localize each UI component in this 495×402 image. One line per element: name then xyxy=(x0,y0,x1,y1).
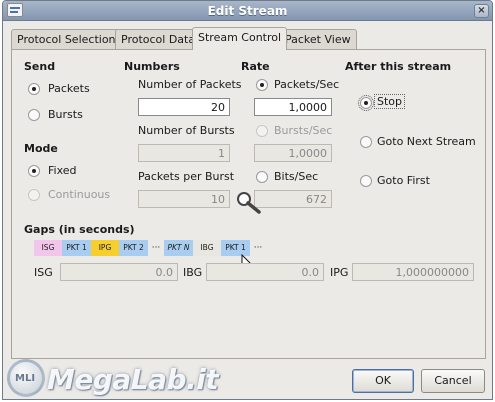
magnifier-icon xyxy=(237,192,261,214)
numbers-heading: Numbers xyxy=(124,60,180,73)
diagram-isg-segment: ISG xyxy=(34,240,62,256)
mode-fixed-label[interactable]: Fixed xyxy=(48,164,77,177)
rate-bursts-sec-label[interactable]: Bursts/Sec xyxy=(274,124,332,137)
rate-bits-sec-label[interactable]: Bits/Sec xyxy=(274,170,318,183)
num-bursts-input[interactable]: 1 xyxy=(138,144,230,162)
packets-sec-input[interactable]: 1,0000 xyxy=(254,98,332,116)
rate-packets-sec-label[interactable]: Packets/Sec xyxy=(274,78,339,91)
tab-protocol-data[interactable]: Protocol Data xyxy=(115,29,202,49)
after-stop-label[interactable]: Stop xyxy=(373,94,406,109)
mode-heading: Mode xyxy=(24,142,58,155)
stream-control-panel: Send Packets Bursts Mode Fixed Continuou… xyxy=(11,49,486,359)
bursts-sec-input[interactable]: 1,0000 xyxy=(254,144,332,162)
mode-continuous-radio[interactable] xyxy=(28,189,40,201)
ipg-input[interactable]: 1,000000000 xyxy=(352,263,474,281)
cancel-button[interactable]: Cancel xyxy=(421,369,485,393)
mode-continuous-label[interactable]: Continuous xyxy=(48,188,110,201)
tab-packet-view[interactable]: Packet View xyxy=(279,29,357,49)
watermark-badge: MLI xyxy=(7,359,45,397)
after-goto-next-radio[interactable] xyxy=(360,136,372,148)
mode-fixed-radio[interactable] xyxy=(28,165,40,177)
window-title: Edit Stream xyxy=(207,4,288,18)
packets-per-burst-input[interactable]: 10 xyxy=(138,190,230,208)
send-packets-radio[interactable] xyxy=(28,83,40,95)
num-packets-input[interactable]: 20 xyxy=(138,98,230,116)
num-packets-label: Number of Packets xyxy=(138,78,242,91)
send-packets-label[interactable]: Packets xyxy=(48,82,90,95)
packets-per-burst-label: Packets per Burst xyxy=(138,170,235,183)
edit-stream-dialog: Edit Stream × Protocol Selection Protoco… xyxy=(2,0,493,400)
gaps-diagram: ISG PKT 1 IPG PKT 2 ··· PKT N IBG PKT 1 … xyxy=(34,240,274,256)
isg-label: ISG xyxy=(34,266,53,279)
rate-bursts-sec-radio[interactable] xyxy=(256,125,268,137)
diagram-pkt1-segment: PKT 1 xyxy=(62,240,91,256)
send-bursts-label[interactable]: Bursts xyxy=(48,108,83,121)
close-button[interactable]: × xyxy=(474,4,489,18)
diagram-ellipsis: ··· xyxy=(151,243,161,253)
ibg-input[interactable]: 0.0 xyxy=(206,263,324,281)
rate-bits-sec-radio[interactable] xyxy=(256,171,268,183)
send-heading: Send xyxy=(24,60,56,73)
isg-input[interactable]: 0.0 xyxy=(60,263,178,281)
after-goto-next-label[interactable]: Goto Next Stream xyxy=(377,135,476,148)
rate-packets-sec-radio[interactable] xyxy=(256,79,268,91)
bits-sec-input[interactable]: 672 xyxy=(254,190,332,208)
ipg-label: IPG xyxy=(330,266,349,279)
tab-stream-control[interactable]: Stream Control xyxy=(192,27,288,50)
watermark-badge-text: MLI xyxy=(15,373,36,384)
after-goto-first-radio[interactable] xyxy=(360,175,372,187)
diagram-pktn-segment: PKT N xyxy=(164,240,193,256)
watermark-logo: MLI MegaLab.it xyxy=(7,349,219,399)
after-stop-radio[interactable] xyxy=(358,95,374,111)
rate-heading: Rate xyxy=(241,60,270,73)
ok-button[interactable]: OK xyxy=(352,369,414,393)
gaps-heading: Gaps (in seconds) xyxy=(24,223,135,236)
after-goto-first-label[interactable]: Goto First xyxy=(377,174,430,187)
title-bar[interactable]: Edit Stream × xyxy=(3,1,492,21)
after-stream-heading: After this stream xyxy=(345,60,452,73)
tab-protocol-selection[interactable]: Protocol Selection xyxy=(11,29,122,49)
watermark-text: MegaLab.it xyxy=(47,363,219,396)
diagram-ipg-segment: IPG xyxy=(91,240,119,256)
diagram-ibg-segment: IBG xyxy=(193,240,221,256)
send-bursts-radio[interactable] xyxy=(28,109,40,121)
ibg-label: IBG xyxy=(183,266,203,279)
diagram-pkt2-segment: PKT 2 xyxy=(119,240,148,256)
num-bursts-label: Number of Bursts xyxy=(138,124,235,137)
